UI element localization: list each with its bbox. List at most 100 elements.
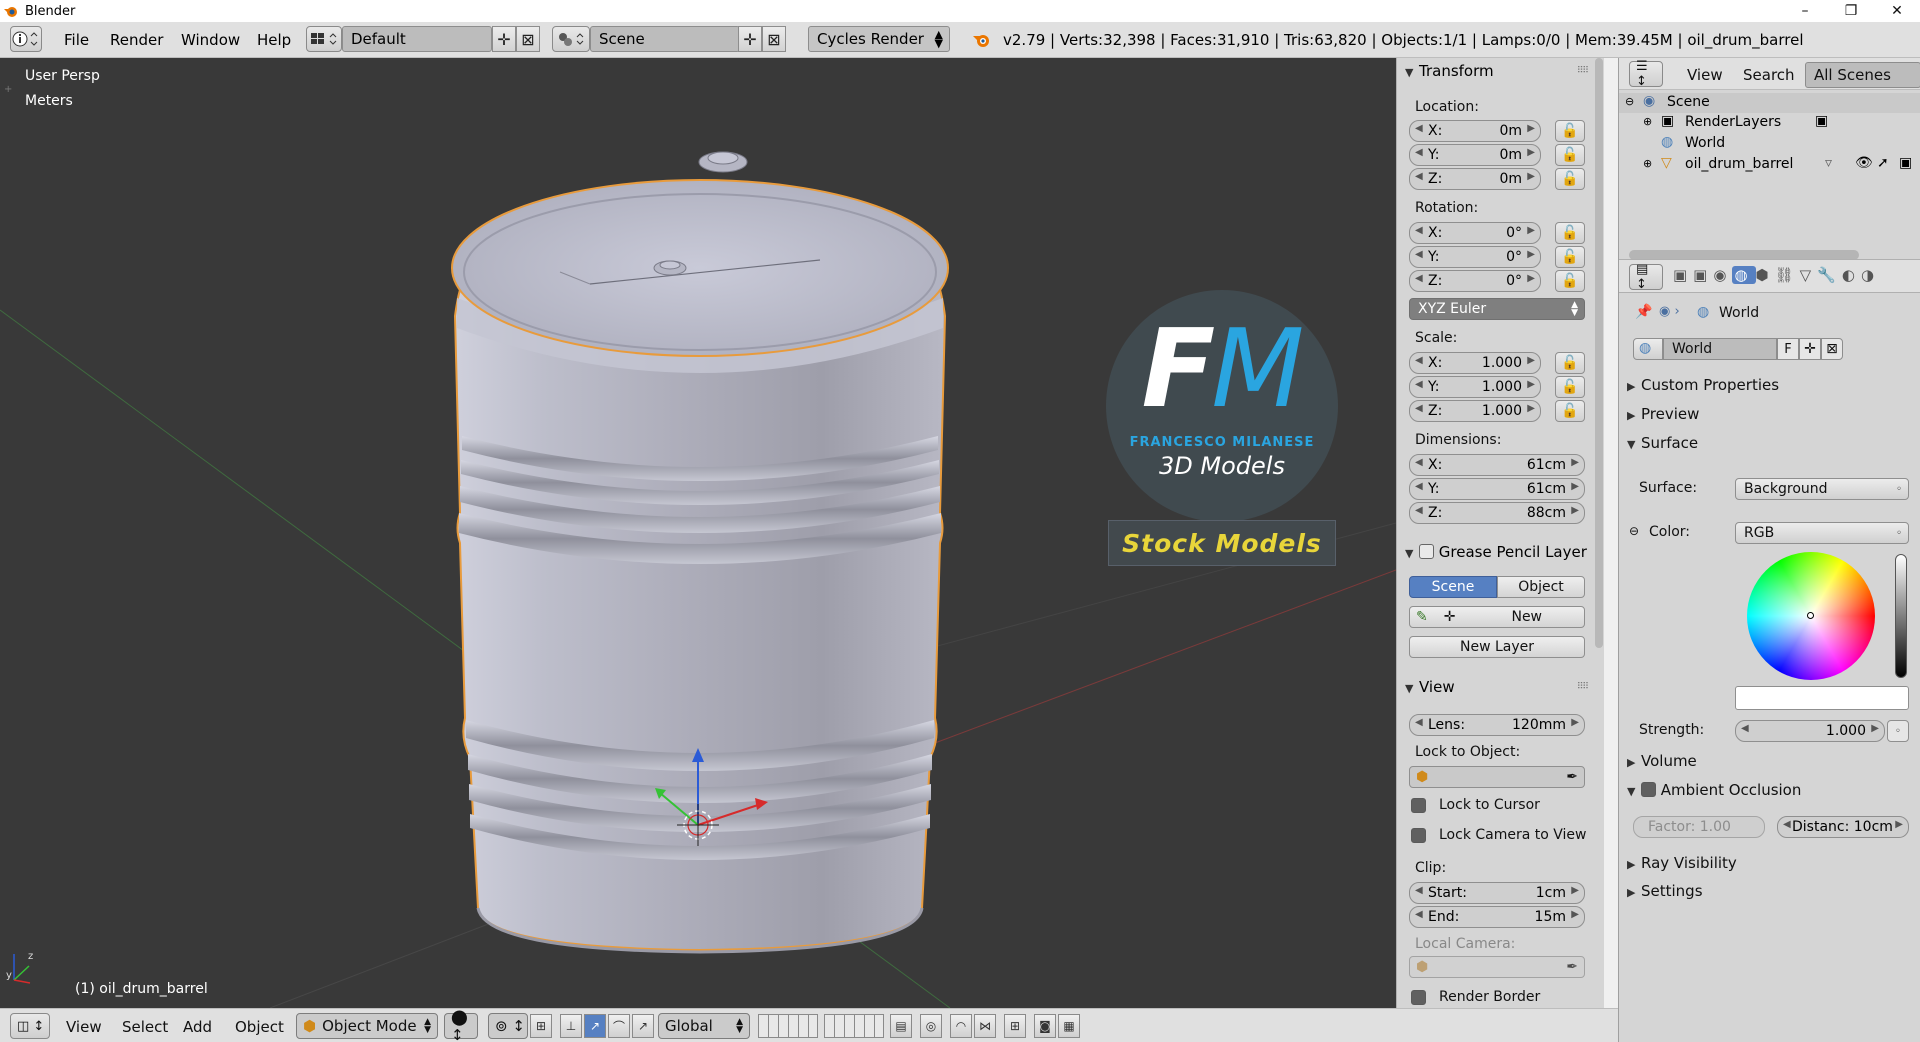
lock-scale-z-button[interactable]: 🔓 <box>1555 400 1585 422</box>
grease-pencil-new-button[interactable]: ✎ ✛ New <box>1409 606 1585 628</box>
local-camera-field[interactable]: ⬢ ✒ <box>1409 956 1585 978</box>
clip-start-field[interactable]: ◀ Start: 1cm ▶ <box>1409 882 1585 904</box>
custom-properties-panel[interactable]: ▶ Custom Properties <box>1627 376 1905 394</box>
dimension-z-field[interactable]: ◀ Z: 88cm ▶ <box>1409 502 1585 524</box>
lock-location-x-button[interactable]: 🔓 <box>1555 120 1585 142</box>
location-x-field[interactable]: ◀ X: 0m ▶ <box>1409 120 1541 142</box>
screen-layout-type-button[interactable] <box>306 26 342 52</box>
outliner-row-renderlayers[interactable]: ⊕ ▣ RenderLayers ▣ <box>1619 113 1920 133</box>
remove-scene-button[interactable]: ⊠ <box>762 26 786 52</box>
value-slider[interactable] <box>1895 554 1907 678</box>
properties-editor-type-button[interactable]: ▤ ↕ <box>1629 262 1663 292</box>
lock-scale-y-button[interactable]: 🔓 <box>1555 376 1585 398</box>
color-wheel-cursor[interactable] <box>1807 612 1814 619</box>
rotation-mode-dropdown[interactable]: XYZ Euler ▲ ▼ <box>1409 298 1585 320</box>
ray-visibility-panel[interactable]: ▶ Ray Visibility <box>1627 854 1905 872</box>
expand-icon[interactable]: ⊕ <box>1643 157 1652 170</box>
scene-type-button[interactable] <box>552 26 590 52</box>
lock-scale-x-button[interactable]: 🔓 <box>1555 352 1585 374</box>
editor-type-menu[interactable] <box>10 26 42 52</box>
ao-factor-field[interactable]: Factor: 1.00 <box>1633 816 1765 838</box>
outliner-search-menu[interactable]: Search <box>1743 66 1795 84</box>
clip-end-field[interactable]: ◀ End: 15m ▶ <box>1409 906 1585 928</box>
expand-icon[interactable]: ⊕ <box>1643 115 1652 128</box>
lock-rotation-y-button[interactable]: 🔓 <box>1555 246 1585 268</box>
transform-manipulator-button[interactable]: ↗ <box>632 1014 654 1038</box>
scale-y-field[interactable]: ◀ Y: 1.000 ▶ <box>1409 376 1541 398</box>
view-panel-header[interactable]: ▼ View <box>1405 678 1455 696</box>
strength-field[interactable]: ◀ 1.000 ▶ <box>1735 720 1885 742</box>
outliner-display-mode-dropdown[interactable]: All Scenes <box>1805 62 1920 88</box>
layer-lock-button[interactable]: ▤ <box>890 1014 912 1038</box>
rotate-manipulator-button[interactable]: ↗ <box>584 1014 606 1038</box>
color-wheel[interactable] <box>1747 552 1875 680</box>
interaction-mode-dropdown[interactable]: ⬢ Object Mode ▲ ▼ <box>296 1013 438 1039</box>
menu-add[interactable]: Add <box>183 1018 212 1036</box>
drag-grip-icon[interactable]: ⠿⠿ <box>1577 682 1589 692</box>
close-window-button[interactable]: ✕ <box>1874 0 1920 22</box>
menu-render[interactable]: Render <box>110 31 163 49</box>
rotation-z-field[interactable]: ◀ Z: 0° ▶ <box>1409 270 1541 292</box>
opengl-render-button[interactable]: ◙ <box>1034 1014 1056 1038</box>
viewport-shading-dropdown[interactable]: ⬤ ↕ <box>444 1008 478 1042</box>
render-engine-dropdown[interactable]: Cycles Render ▲ ▼ <box>808 26 950 52</box>
lock-rotation-z-button[interactable]: 🔓 <box>1555 270 1585 292</box>
3d-view-editor-type-button[interactable]: ◫ ↕ <box>10 1013 50 1039</box>
outliner-view-menu[interactable]: View <box>1687 66 1723 84</box>
oil-drum-barrel-mesh[interactable] <box>451 151 949 954</box>
lock-camera-to-view-checkbox[interactable] <box>1411 828 1426 843</box>
context-tabs[interactable]: ▣▣◉ ◍ ⬢⛓▽🔧◐◑ <box>1673 266 1880 284</box>
drag-grip-icon[interactable]: ⠿⠿ <box>1577 66 1589 76</box>
color-swatch[interactable] <box>1735 686 1909 710</box>
location-y-field[interactable]: ◀ Y: 0m ▶ <box>1409 144 1541 166</box>
surface-panel[interactable]: ▼ Surface <box>1627 434 1905 452</box>
ao-distance-field[interactable]: ◀ Distanc: 10cm ▶ <box>1777 816 1909 838</box>
outliner-row-scene[interactable]: ⊖ ◉ Scene <box>1619 93 1920 113</box>
menu-file[interactable]: File <box>64 31 89 49</box>
render-border-checkbox[interactable] <box>1411 990 1426 1005</box>
location-z-field[interactable]: ◀ Z: 0m ▶ <box>1409 168 1541 190</box>
grease-pencil-scene-tab[interactable]: Scene <box>1409 576 1497 598</box>
3d-viewport[interactable]: z y + User Persp Meters (1) oil_drum_bar… <box>0 58 1396 1008</box>
rotation-x-field[interactable]: ◀ X: 0° ▶ <box>1409 222 1541 244</box>
color-mode-dropdown[interactable]: RGB ◦ <box>1735 522 1909 544</box>
unlink-world-button[interactable]: ⊠ <box>1821 338 1843 360</box>
ambient-occlusion-checkbox[interactable] <box>1641 782 1656 797</box>
lens-field[interactable]: ◀ Lens: 120mm ▶ <box>1409 714 1585 736</box>
preview-panel[interactable]: ▶ Preview <box>1627 405 1905 423</box>
region-toggle-icon[interactable]: + <box>4 84 12 95</box>
grease-pencil-object-tab[interactable]: Object <box>1497 576 1585 598</box>
screen-layout-field[interactable]: Default <box>342 26 492 52</box>
settings-panel[interactable]: ▶ Settings <box>1627 882 1905 900</box>
menu-select[interactable]: Select <box>122 1018 168 1036</box>
camera-render-icon[interactable]: ▣ <box>1899 155 1912 171</box>
snap-element-dropdown[interactable]: ⋈ <box>974 1014 996 1038</box>
lock-rotation-x-button[interactable]: 🔓 <box>1555 222 1585 244</box>
rotation-y-field[interactable]: ◀ Y: 0° ▶ <box>1409 246 1541 268</box>
lock-to-cursor-checkbox[interactable] <box>1411 798 1426 813</box>
minimize-button[interactable]: – <box>1782 0 1828 22</box>
lock-location-y-button[interactable]: 🔓 <box>1555 144 1585 166</box>
transform-orientation-dropdown[interactable]: Global ▲ ▼ <box>658 1013 750 1039</box>
fake-user-button[interactable]: F <box>1777 338 1799 360</box>
scene-field[interactable]: Scene <box>590 26 740 52</box>
dimension-x-field[interactable]: ◀ X: 61cm ▶ <box>1409 454 1585 476</box>
grease-pencil-panel-header[interactable]: ▼ Grease Pencil Layer <box>1405 542 1587 561</box>
pin-icon[interactable]: 📌 <box>1635 304 1652 320</box>
layer-buttons-group-2[interactable] <box>824 1014 884 1038</box>
translate-manipulator-button[interactable]: ⊥ <box>560 1014 582 1038</box>
menu-help[interactable]: Help <box>257 31 291 49</box>
dimension-y-field[interactable]: ◀ Y: 61cm ▶ <box>1409 478 1585 500</box>
remove-screen-button[interactable]: ⊠ <box>516 26 540 52</box>
new-world-button[interactable]: ✛ <box>1799 338 1821 360</box>
lock-to-object-field[interactable]: ⬢ ✒ <box>1409 766 1585 788</box>
outliner-row-world[interactable]: ◍ World <box>1619 134 1920 154</box>
layer-buttons-group-1[interactable] <box>758 1014 818 1038</box>
volume-panel[interactable]: ▶ Volume <box>1627 752 1905 770</box>
collapse-icon[interactable]: ⊖ <box>1629 524 1639 538</box>
lock-location-z-button[interactable]: 🔓 <box>1555 168 1585 190</box>
outliner-row-oil-drum-barrel[interactable]: ⊕ ▽ oil_drum_barrel ▿ 👁 ➚ ▣ <box>1619 155 1920 175</box>
proportional-editing-button[interactable]: ◎ <box>920 1014 942 1038</box>
scale-x-field[interactable]: ◀ X: 1.000 ▶ <box>1409 352 1541 374</box>
opengl-render-animation-button[interactable]: ▦ <box>1058 1014 1080 1038</box>
